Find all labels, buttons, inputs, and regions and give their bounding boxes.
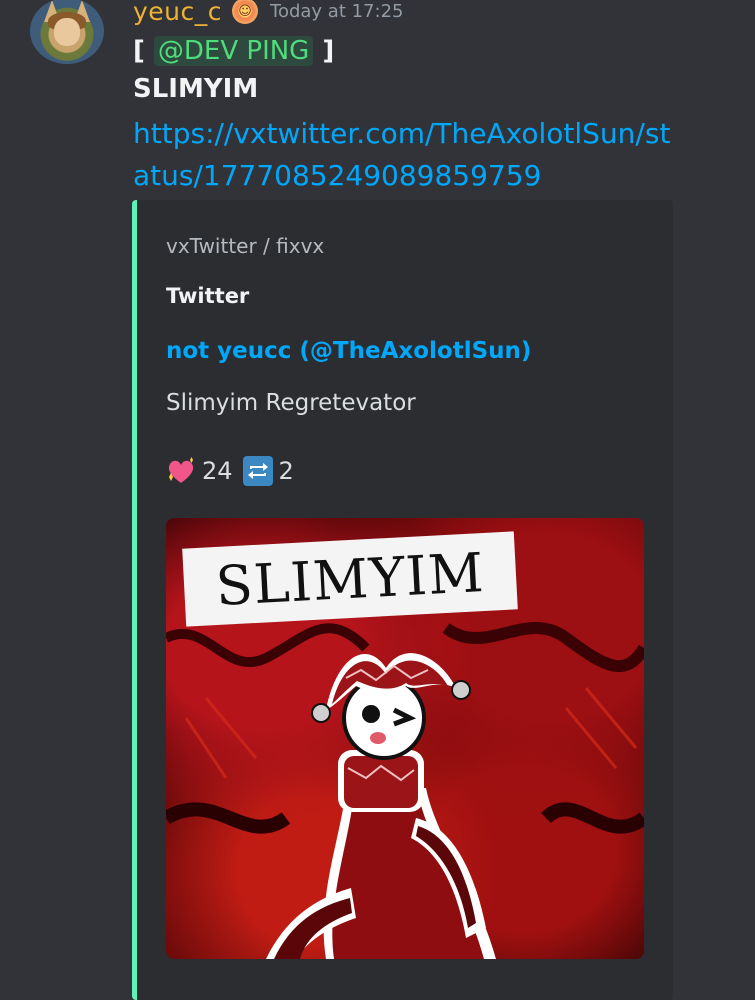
user-avatar[interactable] [30, 0, 104, 64]
username[interactable]: yeuc_c [133, 0, 222, 26]
message-header: yeuc_c ☺ Today at 17:25 [133, 0, 403, 28]
role-badge-icon[interactable]: ☺ [232, 0, 259, 24]
repeat-icon [242, 456, 273, 486]
embed-author[interactable]: not yeucc (@TheAxolotlSun) [166, 338, 531, 364]
message-link[interactable]: https://vxtwitter.com/TheAxolotlSun/stat… [133, 113, 678, 197]
message-text: SLIMYIM [133, 74, 259, 104]
role-mention[interactable]: @DEV PING [153, 36, 314, 66]
embed-provider[interactable]: vxTwitter / fixvx [166, 234, 324, 258]
link-embed: vxTwitter / fixvx Twitter not yeucc (@Th… [132, 200, 673, 1000]
avatar-face [54, 18, 80, 46]
bracket-close: ] [322, 36, 335, 66]
embed-stats: 24 2 [166, 456, 294, 486]
bracket-open: [ [133, 36, 145, 66]
timestamp[interactable]: Today at 17:25 [270, 1, 403, 22]
retweets-count: 2 [278, 457, 294, 485]
embed-site-name: Twitter [166, 284, 250, 308]
likes-count: 24 [202, 457, 233, 485]
message-line-mention: [ @DEV PING ] [133, 32, 334, 70]
embed-image[interactable]: SLIMYIM [166, 518, 644, 959]
sparkling-heart-icon [166, 457, 196, 485]
embed-description: Slimyim Regretevator [166, 390, 416, 416]
